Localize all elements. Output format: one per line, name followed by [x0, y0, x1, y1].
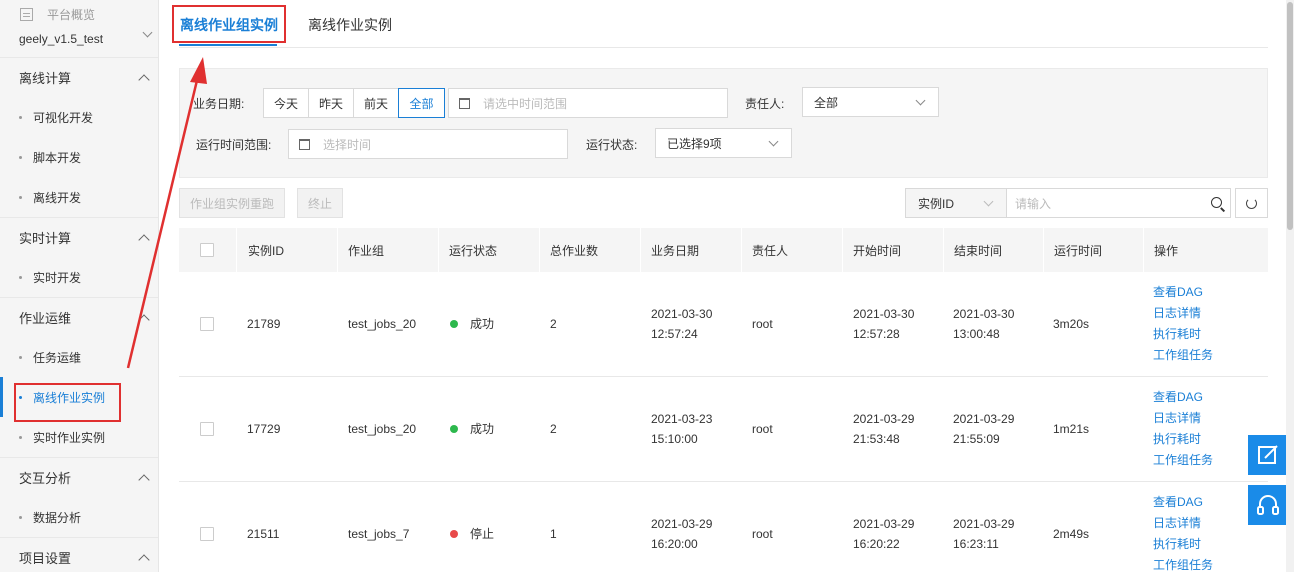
scrollbar-thumb[interactable] — [1287, 2, 1293, 230]
headset-icon — [1257, 495, 1279, 515]
annotation-arrow — [126, 57, 207, 369]
edit-icon — [1258, 445, 1278, 464]
feedback-button[interactable] — [1248, 435, 1288, 475]
support-button[interactable] — [1248, 485, 1288, 525]
page-scrollbar[interactable] — [1286, 0, 1294, 572]
